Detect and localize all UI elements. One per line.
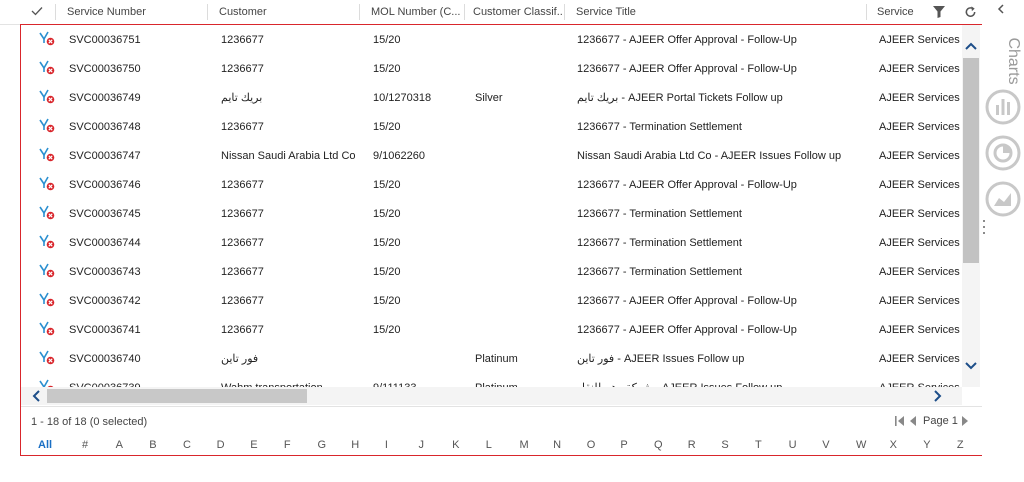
column-header-service-number[interactable]: Service Number <box>67 0 202 24</box>
filter-icon[interactable] <box>932 5 946 19</box>
bar-chart-icon[interactable] <box>984 88 1022 126</box>
column-header-customer[interactable]: Customer <box>219 0 354 24</box>
grid-header: Service Number Customer MOL Number (C...… <box>0 0 982 25</box>
area-chart-icon[interactable] <box>984 180 1022 218</box>
selection-frame <box>20 24 1021 456</box>
column-header-service-title[interactable]: Service Title <box>576 0 856 24</box>
chevron-left-icon[interactable] <box>996 4 1006 14</box>
resize-grip-icon[interactable] <box>982 218 986 236</box>
select-all-checkmark-icon[interactable] <box>31 5 43 17</box>
charts-label[interactable]: Charts <box>1004 36 1022 86</box>
column-header-mol-number[interactable]: MOL Number (C... <box>371 0 464 24</box>
refresh-icon[interactable] <box>964 5 977 19</box>
column-header-service[interactable]: Service <box>877 0 927 24</box>
charts-side-panel: Charts <box>982 0 1024 456</box>
pie-chart-icon[interactable] <box>984 134 1022 172</box>
column-header-customer-classification[interactable]: Customer Classif... <box>473 0 563 24</box>
